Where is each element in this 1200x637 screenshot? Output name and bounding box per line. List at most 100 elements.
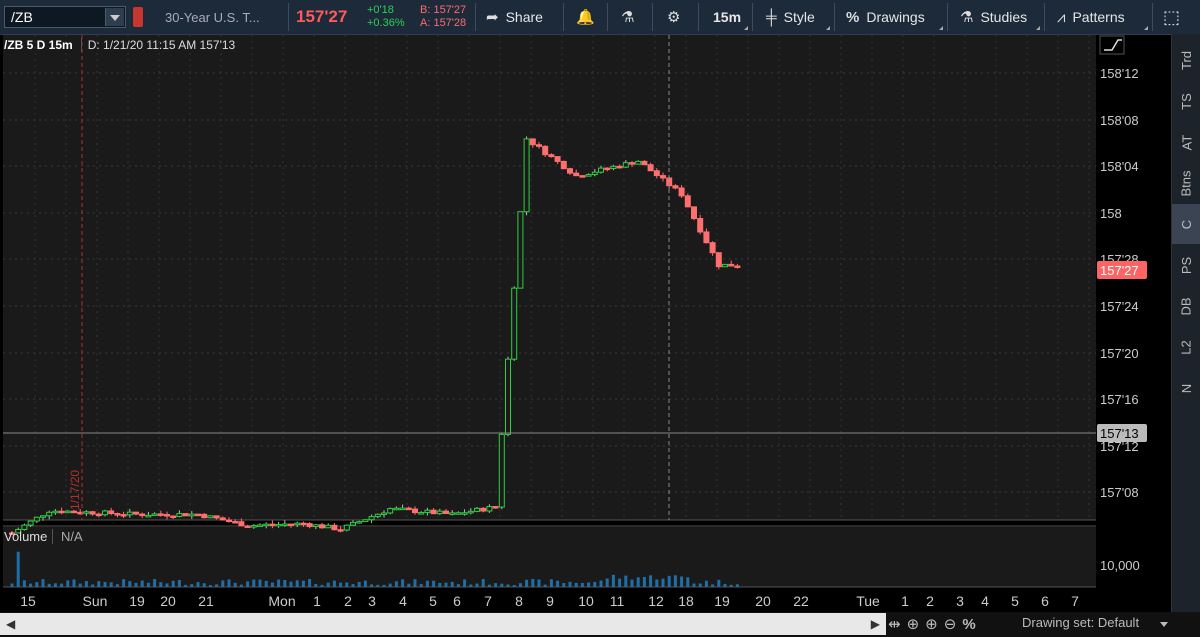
scroll-left-icon[interactable]: ◀ <box>6 617 15 631</box>
candle-body <box>257 524 263 527</box>
candle-body <box>40 515 46 518</box>
volume-bar <box>605 578 609 587</box>
time-label: 1 <box>313 593 321 609</box>
volume-bar <box>115 584 119 587</box>
volume-bar <box>419 584 423 587</box>
time-label: 20 <box>160 593 176 609</box>
price-label: 158'04 <box>1100 159 1139 174</box>
volume-bar <box>97 581 101 587</box>
candle-body <box>331 524 338 531</box>
sidebar-tab-ps[interactable]: PS <box>1172 245 1200 285</box>
candle-body <box>343 524 350 531</box>
candle-body <box>715 252 722 268</box>
candle-body <box>387 508 394 514</box>
volume-bar <box>184 584 188 587</box>
volume-bar <box>456 584 460 587</box>
zoom-out-icon[interactable]: ⊖ <box>944 615 957 633</box>
sidebar-tab-label: C <box>1178 219 1194 229</box>
volume-bar <box>494 583 498 587</box>
candle-body <box>52 510 59 514</box>
candle-body <box>102 510 108 516</box>
candle-body <box>660 175 666 179</box>
candle-body <box>548 154 555 158</box>
candle-body <box>635 160 642 165</box>
candle-body <box>269 523 276 527</box>
price-label: 157'20 <box>1100 346 1139 361</box>
sidebar-tab-trd[interactable]: Trd <box>1172 40 1200 80</box>
candle-body <box>591 171 598 176</box>
sidebar-tab-db[interactable]: DB <box>1172 286 1200 326</box>
zoom-in-icon[interactable]: ⊕ <box>925 615 938 633</box>
time-label: 6 <box>453 593 461 609</box>
fit-icon[interactable]: ⇹ <box>888 615 901 633</box>
sidebar-tab-at[interactable]: AT <box>1172 122 1200 162</box>
sidebar-tab-c[interactable]: C <box>1172 204 1200 244</box>
volume-bar <box>692 583 696 587</box>
drawing-set-label[interactable]: Drawing set: Default <box>1022 615 1139 630</box>
chart-area[interactable]: 1/17/20 158'12158'08158'04158157'28157'2… <box>0 0 1172 612</box>
candle-body <box>108 510 115 515</box>
candle-body <box>684 195 691 208</box>
horizontal-scrollbar[interactable]: ◀ ▶ <box>0 613 886 635</box>
time-label: 4 <box>981 593 989 609</box>
volume-bar <box>618 578 622 587</box>
time-label: 3 <box>956 593 964 609</box>
volume-bar <box>314 583 318 587</box>
volume-bar <box>587 582 591 587</box>
candle-body <box>629 162 635 165</box>
candle-body <box>164 514 170 517</box>
time-label: 6 <box>1041 593 1049 609</box>
sidebar-tab-n[interactable]: N <box>1172 368 1200 408</box>
candle-body <box>430 509 437 515</box>
time-label: 10 <box>578 593 594 609</box>
candle-body <box>275 523 282 527</box>
volume-bar <box>667 575 671 587</box>
candle-body <box>250 525 257 528</box>
volume-bar <box>363 580 367 587</box>
volume-bar <box>233 582 237 587</box>
volume-bar <box>394 581 398 587</box>
volume-bar <box>630 579 634 587</box>
candle-body <box>139 513 146 517</box>
volume-bar <box>264 580 268 587</box>
volume-bar <box>295 580 299 587</box>
candle-body <box>728 263 735 267</box>
time-label: 2 <box>344 593 352 609</box>
candle-body <box>604 167 611 171</box>
volume-bar <box>208 584 212 587</box>
crosshair-icon[interactable]: ⊕ <box>907 615 920 633</box>
volume-bar <box>611 574 615 587</box>
candle-body <box>722 263 728 268</box>
volume-bar <box>562 583 566 587</box>
candle-body <box>703 231 710 244</box>
volume-label: Volume N/A <box>4 529 83 544</box>
percent-icon[interactable]: % <box>962 616 975 633</box>
candle-body <box>449 512 456 515</box>
sidebar-tab-label: Btns <box>1178 169 1194 197</box>
volume-bar <box>122 579 126 587</box>
candle-body <box>393 507 400 511</box>
volume-bar <box>66 580 70 587</box>
candle-body <box>71 510 77 514</box>
candle-body <box>151 513 158 516</box>
time-label: 12 <box>648 593 664 609</box>
drawing-set-dropdown-icon[interactable] <box>1158 617 1170 631</box>
volume-bar <box>171 580 175 587</box>
sidebar-tab-l2[interactable]: L2 <box>1172 327 1200 367</box>
volume-bar <box>469 584 473 587</box>
volume-bar <box>580 583 584 587</box>
candle-body <box>226 519 232 523</box>
volume-bar <box>413 579 417 587</box>
candle-body <box>83 511 90 514</box>
candle-body <box>579 175 586 178</box>
right-sidebar: Trd TS AT Btns C PS DB L2 N <box>1171 34 1200 612</box>
sidebar-tab-btns[interactable]: Btns <box>1172 163 1200 203</box>
scroll-right-icon[interactable]: ▶ <box>871 617 880 631</box>
style-toggle-icon[interactable] <box>1099 35 1125 55</box>
candle-body <box>188 513 195 517</box>
candle-body <box>244 525 251 528</box>
volume-bar <box>599 580 603 587</box>
candle-body <box>498 433 505 508</box>
volume-bar <box>655 579 659 587</box>
sidebar-tab-ts[interactable]: TS <box>1172 81 1200 121</box>
